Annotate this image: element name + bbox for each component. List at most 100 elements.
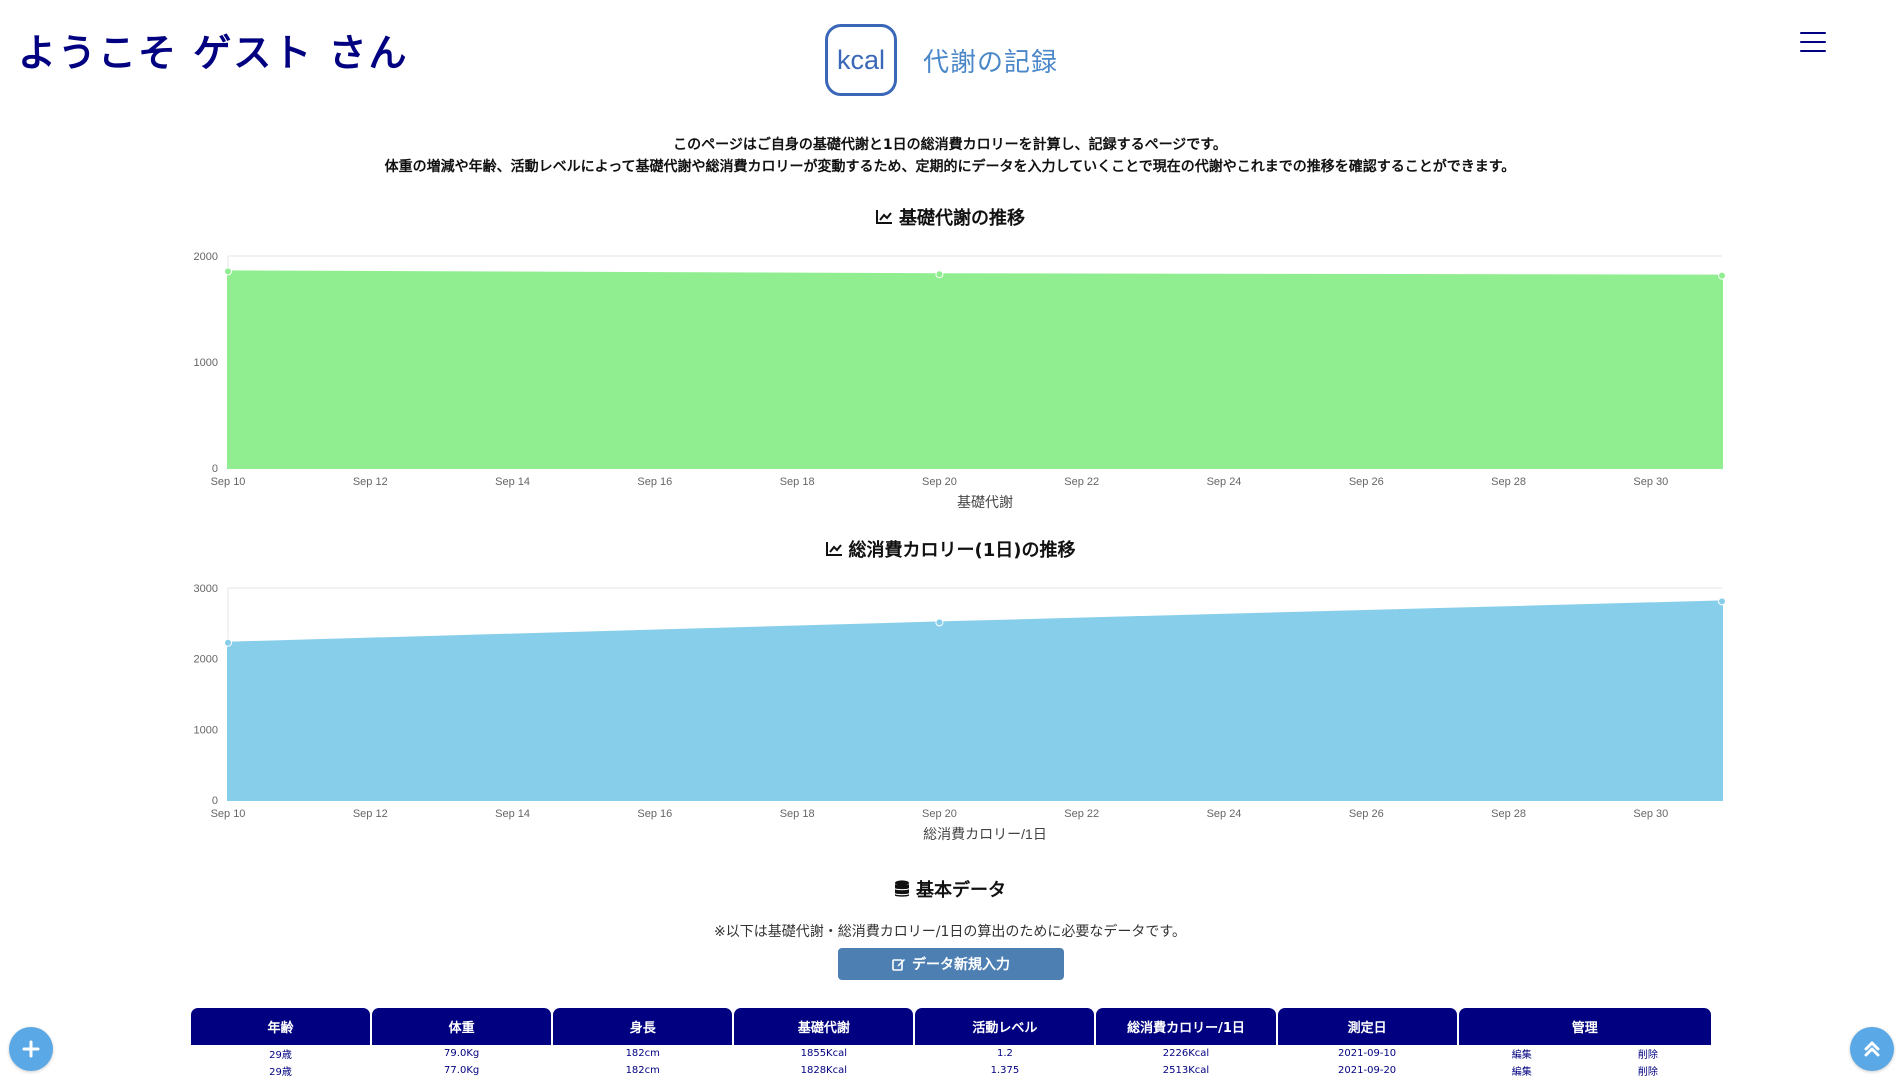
page: ようこそ ゲスト さん kcal 代謝の記録 このページはご自身の基礎代謝と1日…: [0, 0, 1900, 1080]
column-header: 基礎代謝: [734, 1008, 914, 1045]
y-tick-label: 0: [212, 795, 218, 807]
table-header: 年齢 体重 身長 基礎代謝 活動レベル 総消費カロリー/1日 測定日 管理: [191, 1008, 1711, 1045]
data-point[interactable]: [935, 270, 944, 279]
column-header: 身長: [553, 1008, 733, 1045]
page-description: このページはご自身の基礎代謝と1日の総消費カロリーを計算し、記録するページです。…: [0, 134, 1900, 178]
y-tick-label: 1000: [194, 724, 218, 736]
description-line-1: このページはご自身の基礎代謝と1日の総消費カロリーを計算し、記録するページです。: [673, 137, 1227, 153]
bmr-chart: 0 1000 2000 Sep 10 Sep 12 Sep 14 Sep 16 Sep 18 S…: [194, 251, 1726, 510]
column-header: 総消費カロリー/1日: [1096, 1008, 1276, 1045]
x-tick-label: Sep 12: [353, 476, 388, 488]
table-cell: 1855Kcal: [800, 1048, 848, 1059]
table-cell: 2021-09-10: [1338, 1048, 1397, 1059]
row-actions: 編集 削除: [1459, 1045, 1711, 1062]
data-point[interactable]: [935, 618, 944, 627]
column-header: 管理: [1458, 1008, 1711, 1045]
x-tick-label: Sep 20: [922, 476, 957, 488]
table-cell: 2021-09-20: [1338, 1065, 1397, 1076]
page-title: 代謝の記録: [923, 47, 1059, 78]
new-data-button[interactable]: データ新規入力: [838, 948, 1064, 980]
menu-line: [1800, 50, 1826, 52]
bmr-chart-title-text: 基礎代謝の推移: [899, 208, 1025, 229]
kcal-logo: kcal: [825, 24, 897, 96]
x-tick-label: Sep 10: [211, 476, 246, 488]
x-tick-label: Sep 22: [1064, 476, 1099, 488]
series-area: [227, 270, 1723, 469]
data-point[interactable]: [1718, 597, 1726, 606]
basic-data-note: ※以下は基礎代謝・総消費カロリー/1日の算出のために必要なデータです。: [714, 924, 1186, 940]
y-tick-label: 1000: [194, 357, 218, 369]
brand[interactable]: kcal 代謝の記録: [825, 24, 1058, 96]
table-cell: 1828Kcal: [800, 1065, 848, 1076]
table-body: 29歳 79.0Kg 182cm 1855Kcal 1.2 2226Kcal 2021-09…: [191, 1045, 1711, 1079]
table-row: 29歳 79.0Kg 182cm 1855Kcal 1.2 2226Kcal 2021-09…: [191, 1045, 1711, 1062]
x-tick-label: Sep 18: [780, 808, 815, 820]
x-tick-label: Sep 30: [1633, 808, 1668, 820]
delete-link[interactable]: 削除: [1638, 1046, 1658, 1061]
hamburger-menu-icon[interactable]: [1800, 32, 1826, 52]
x-tick-label: Sep 26: [1349, 808, 1384, 820]
x-axis-label: 基礎代謝: [957, 494, 1013, 510]
x-tick-label: Sep 30: [1633, 476, 1668, 488]
x-tick-label: Sep 16: [637, 476, 672, 488]
edit-link[interactable]: 編集: [1512, 1063, 1532, 1078]
x-tick-label: Sep 24: [1207, 808, 1242, 820]
basic-data-table: 年齢 体重 身長 基礎代謝 活動レベル 総消費カロリー/1日 測定日 管理 29歳 79.0Kg…: [191, 1008, 1711, 1079]
x-tick-label: Sep 10: [211, 808, 246, 820]
x-tick-label: Sep 14: [495, 808, 530, 820]
column-header: 活動レベル: [915, 1008, 1095, 1045]
y-tick-label: 3000: [194, 583, 218, 595]
description-line-2: 体重の増減や年齢、活動レベルによって基礎代謝や総消費カロリーが変動するため、定期…: [384, 159, 1516, 175]
menu-line: [1800, 41, 1826, 43]
y-tick-label: 2000: [194, 654, 218, 666]
tdee-chart-title-text: 総消費カロリー(1日)の推移: [848, 540, 1076, 561]
tdee-chart: 0 1000 2000 3000 Sep 10 Sep 12 Sep 14 Sep 16 Sep…: [194, 583, 1726, 842]
column-header: 年齢: [191, 1008, 371, 1045]
menu-line: [1800, 32, 1826, 34]
plus-icon: [22, 1040, 40, 1058]
line-chart-icon: [876, 210, 892, 224]
table-cell: 182cm: [625, 1048, 660, 1059]
edit-icon: [892, 959, 905, 971]
y-tick-label: 0: [212, 463, 218, 475]
data-point[interactable]: [1718, 271, 1726, 280]
basic-data-title-text: 基本データ: [916, 880, 1006, 901]
line-chart-icon: [825, 542, 842, 556]
edit-link[interactable]: 編集: [1512, 1046, 1532, 1061]
x-tick-label: Sep 22: [1064, 808, 1099, 820]
table-cell: 1.375: [990, 1065, 1020, 1076]
add-button[interactable]: [9, 1027, 53, 1071]
welcome-message: ようこそ ゲスト さん: [18, 31, 409, 75]
new-data-button-label: データ新規入力: [912, 956, 1010, 972]
table-cell: 29歳: [269, 1067, 292, 1078]
data-point[interactable]: [224, 267, 232, 276]
table-cell: 2226Kcal: [1162, 1048, 1210, 1059]
data-point[interactable]: [224, 638, 232, 647]
x-tick-label: Sep 14: [495, 476, 530, 488]
x-tick-label: Sep 28: [1491, 808, 1526, 820]
y-tick-label: 2000: [194, 251, 218, 263]
table-cell: 2513Kcal: [1162, 1065, 1210, 1076]
table-row: 29歳 77.0Kg 182cm 1828Kcal 1.375 2513Kcal 2021-…: [191, 1062, 1711, 1079]
x-tick-label: Sep 20: [922, 808, 957, 820]
double-chevron-up-icon: [1864, 1041, 1880, 1057]
tdee-chart-title: 総消費カロリー(1日)の推移: [0, 536, 1900, 562]
basic-data-title: 基本データ: [0, 876, 1900, 902]
bmr-chart-title: 基礎代謝の推移: [0, 204, 1900, 230]
delete-link[interactable]: 削除: [1638, 1063, 1658, 1078]
table-cell: 79.0Kg: [444, 1048, 480, 1059]
x-tick-label: Sep 28: [1491, 476, 1526, 488]
table-cell: 182cm: [625, 1065, 660, 1076]
scroll-to-top-button[interactable]: [1850, 1027, 1894, 1071]
x-tick-label: Sep 12: [353, 808, 388, 820]
column-header: 測定日: [1277, 1008, 1457, 1045]
x-axis-label: 総消費カロリー/1日: [923, 826, 1047, 842]
column-header: 体重: [372, 1008, 552, 1045]
table-cell: 29歳: [269, 1050, 292, 1061]
row-actions: 編集 削除: [1459, 1062, 1711, 1079]
database-icon: [895, 880, 909, 897]
table-cell: 77.0Kg: [444, 1065, 480, 1076]
table-cell: 1.2: [996, 1048, 1013, 1059]
x-tick-label: Sep 18: [780, 476, 815, 488]
x-tick-label: Sep 26: [1349, 476, 1384, 488]
